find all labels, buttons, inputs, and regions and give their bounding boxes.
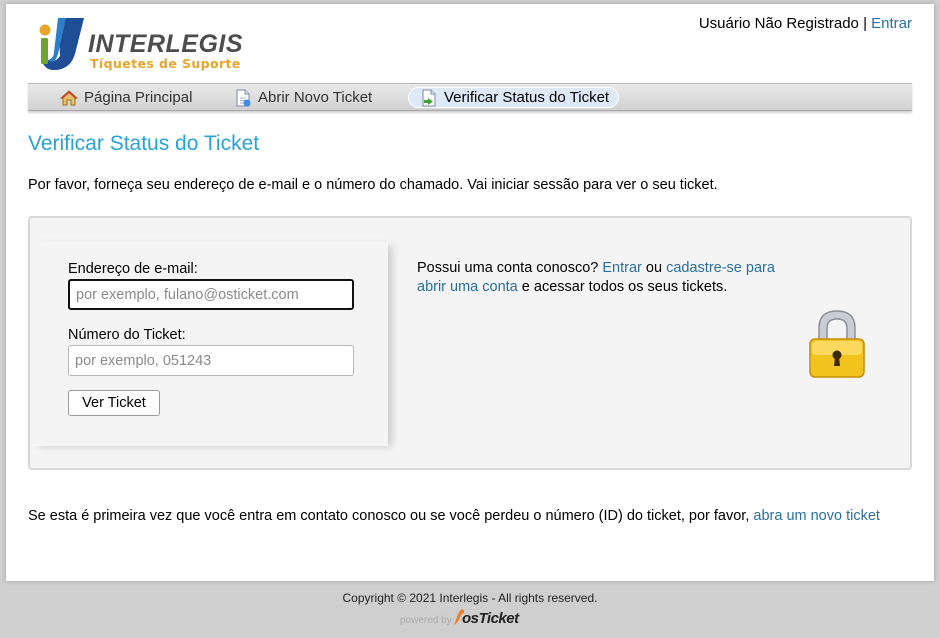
account-prefix: Possui uma conta conosco? — [417, 260, 599, 276]
ticket-number-field[interactable] — [68, 345, 354, 376]
nav-item-label: Verificar Status do Ticket — [444, 89, 610, 106]
nav-item-label: Abrir Novo Ticket — [258, 89, 373, 106]
account-middle: ou — [645, 260, 663, 276]
page-title: Verificar Status do Ticket — [28, 132, 260, 155]
nav-item-label: Página Principal — [84, 89, 193, 106]
copyright-text: Copyright © 2021 Interlegis - All rights… — [342, 591, 598, 605]
email-label: Endereço de e-mail: — [68, 261, 198, 277]
account-suffix: e acessar todos os seus tickets. — [521, 279, 728, 295]
site-logo[interactable]: INTERLEGIS Tíquetes de Suporte — [36, 16, 246, 76]
logo-wordmark: INTERLEGIS — [88, 30, 244, 58]
header-signin-link[interactable]: Entrar — [871, 15, 912, 32]
new-ticket-icon — [236, 89, 251, 106]
new-ticket-note-text: Se esta é primeira vez que você entra em… — [28, 508, 750, 524]
home-icon — [60, 89, 78, 105]
view-ticket-button[interactable]: Ver Ticket — [68, 390, 160, 416]
main-nav: Página Principal Abrir Novo Ticket Verif… — [28, 83, 912, 111]
logo-mark-icon — [39, 18, 84, 70]
email-field[interactable] — [68, 279, 354, 310]
nav-item-home[interactable]: Página Principal — [48, 87, 202, 108]
user-status-text: Usuário Não Registrado — [698, 15, 859, 32]
user-status-separator: | — [863, 15, 867, 32]
account-info: Possui uma conta conosco? Entrar ou cada… — [417, 259, 807, 297]
check-status-icon — [422, 89, 436, 106]
ticket-number-label: Número do Ticket: — [68, 327, 186, 343]
new-ticket-note: Se esta é primeira vez que você entra em… — [28, 507, 918, 526]
open-new-ticket-link[interactable]: abra um novo ticket — [753, 508, 880, 524]
account-signin-link[interactable]: Entrar — [602, 260, 642, 276]
nav-item-new-ticket[interactable]: Abrir Novo Ticket — [222, 87, 382, 108]
logo-tagline: Tíquetes de Suporte — [90, 56, 241, 71]
intro-text: Por favor, forneça seu endereço de e-mai… — [28, 177, 718, 193]
powered-by-badge[interactable]: powered by osTicket — [400, 606, 530, 630]
ticket-lookup-form: Endereço de e-mail: Número do Ticket: Ve… — [30, 242, 388, 446]
user-status-bar: Usuário Não Registrado | Entrar — [699, 15, 912, 32]
page-container: INTERLEGIS Tíquetes de Suporte Usuário N… — [6, 4, 934, 581]
nav-item-check-status[interactable]: Verificar Status do Ticket — [408, 87, 620, 108]
powered-by-label: powered by — [400, 615, 452, 626]
ticket-lookup-panel: Endereço de e-mail: Número do Ticket: Ve… — [28, 216, 912, 470]
osticket-brand: osTicket — [462, 610, 519, 627]
lock-icon — [809, 310, 865, 378]
